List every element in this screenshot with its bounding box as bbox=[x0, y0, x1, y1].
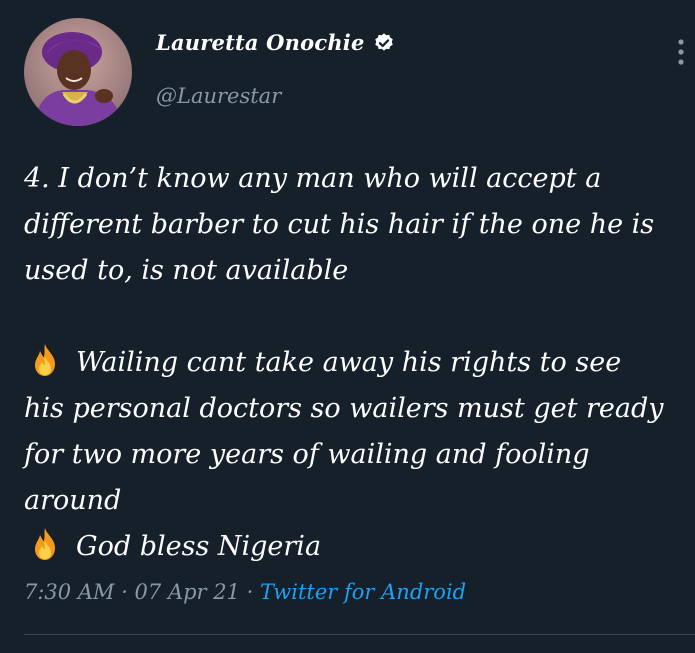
tweet-line: around bbox=[24, 485, 122, 516]
divider bbox=[24, 634, 695, 635]
tweet-line-text: Wailing cant take away his rights to see bbox=[76, 347, 622, 378]
separator: · bbox=[240, 580, 261, 604]
verified-badge-icon bbox=[373, 32, 395, 54]
tweet-line: Wailing cant take away his rights to see bbox=[24, 340, 692, 386]
more-options-icon[interactable] bbox=[670, 36, 692, 72]
tweet-line: 4. I don’t know any man who will accept … bbox=[24, 163, 602, 194]
tweet-line: God bless Nigeria bbox=[24, 524, 692, 570]
avatar[interactable] bbox=[24, 18, 132, 126]
profile-photo bbox=[24, 18, 132, 126]
fire-emoji-icon bbox=[30, 343, 60, 377]
tweet-line: different barber to cut his hair if the … bbox=[24, 209, 655, 240]
tweet-line: used to, is not available bbox=[24, 255, 349, 286]
fire-emoji-icon bbox=[30, 527, 60, 561]
display-name[interactable]: Lauretta Onochie bbox=[156, 30, 365, 55]
user-handle[interactable]: @Laurestar bbox=[156, 84, 281, 108]
tweet-meta: 7:30 AM · 07 Apr 21 · Twitter for Androi… bbox=[24, 580, 466, 604]
tweet-body: 4. I don’t know any man who will accept … bbox=[24, 156, 692, 570]
tweet-date[interactable]: 07 Apr 21 bbox=[135, 580, 240, 604]
separator: · bbox=[114, 580, 135, 604]
author-row: Lauretta Onochie bbox=[156, 30, 395, 55]
tweet-line: his personal doctors so wailers must get… bbox=[24, 393, 664, 424]
tweet-line-text: God bless Nigeria bbox=[76, 531, 322, 562]
tweet-source-link[interactable]: Twitter for Android bbox=[260, 580, 466, 604]
tweet-time[interactable]: 7:30 AM bbox=[24, 580, 115, 604]
tweet-line: for two more years of wailing and foolin… bbox=[24, 439, 590, 470]
